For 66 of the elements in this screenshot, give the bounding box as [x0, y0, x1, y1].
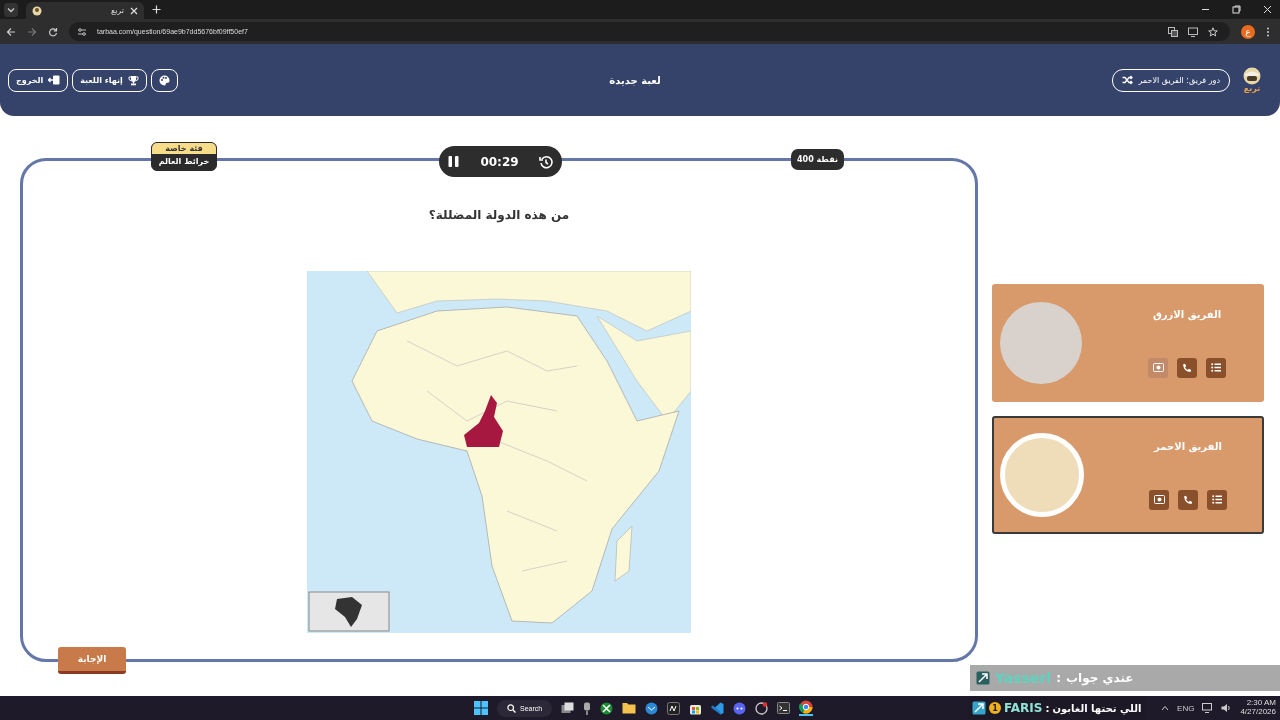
- tab-list-button[interactable]: [4, 2, 18, 17]
- team-name: الفريق الازرق: [1152, 308, 1222, 320]
- points-badge: 400 نقطة: [791, 149, 844, 170]
- chevron-icon: [7, 5, 15, 14]
- close-icon[interactable]: [1263, 5, 1272, 14]
- speaker-icon[interactable]: [1221, 703, 1233, 713]
- question-text: من هذه الدولة المضللة؟: [428, 208, 570, 222]
- call-button[interactable]: [1177, 357, 1197, 378]
- microphone-app-icon[interactable]: [583, 701, 592, 715]
- count-badge: 1: [989, 702, 1001, 714]
- logo-text: تربع: [1243, 85, 1261, 93]
- pause-icon[interactable]: [447, 155, 460, 168]
- windows-start-icon[interactable]: [474, 701, 488, 715]
- code-editor-icon[interactable]: [711, 701, 725, 715]
- phone-icon: [1182, 362, 1192, 373]
- timer-text: 00:29: [480, 154, 519, 169]
- end-game-button[interactable]: إنهاء اللعبة: [72, 68, 147, 92]
- xbox-icon[interactable]: [600, 701, 614, 715]
- star-icon[interactable]: [1208, 26, 1218, 37]
- phone-icon: [1183, 494, 1193, 505]
- menu-icon[interactable]: [1266, 26, 1270, 37]
- forward-icon[interactable]: [27, 26, 37, 37]
- clock[interactable]: 2:30 AM 4/27/2026: [1240, 699, 1276, 717]
- folder-icon[interactable]: [622, 702, 637, 714]
- language-indicator[interactable]: ENG: [1177, 703, 1195, 713]
- search-icon: [507, 703, 516, 713]
- team-name: الفريق الاحمر: [1154, 440, 1222, 452]
- chat-separator: :: [1045, 702, 1050, 714]
- exit-button[interactable]: الخروج: [8, 68, 69, 92]
- category-label: فئة خاصة: [152, 143, 216, 154]
- back-icon[interactable]: [6, 26, 16, 37]
- call-button[interactable]: [1178, 489, 1198, 510]
- site-settings-icon: [77, 26, 87, 37]
- reload-icon[interactable]: [48, 26, 58, 37]
- shuffle-icon: [1122, 75, 1134, 85]
- trophy-icon: [127, 74, 139, 86]
- palette-icon: [158, 74, 170, 86]
- plus-icon[interactable]: [152, 5, 161, 14]
- browser-app-icon[interactable]: [799, 700, 814, 716]
- list-button[interactable]: [1207, 489, 1227, 510]
- site-icon: [32, 5, 42, 16]
- chat-separator: :: [1056, 671, 1061, 685]
- restore-icon[interactable]: [1232, 5, 1241, 14]
- chat-message: عندي جواب: [1066, 671, 1134, 685]
- list-button[interactable]: [1206, 357, 1226, 378]
- list-icon: [1212, 495, 1222, 504]
- chevron-up-icon[interactable]: [1161, 705, 1170, 711]
- app-icon[interactable]: [755, 701, 769, 715]
- history-icon[interactable]: [539, 154, 553, 169]
- list-icon: [1211, 363, 1221, 372]
- chat-message: اللي تحتها الغابون: [1052, 702, 1142, 714]
- browser-tab[interactable]: تربع: [26, 2, 144, 19]
- task-view-icon[interactable]: [561, 702, 575, 714]
- chat-username: Yasserl: [995, 670, 1052, 686]
- chat-username: FARIS: [1004, 701, 1043, 715]
- game-title: لعبة جديدة: [609, 74, 661, 86]
- terminal-icon[interactable]: [777, 702, 791, 714]
- turn-button[interactable]: دور فريق: الفريق الاحمر: [1112, 68, 1230, 92]
- app-icon[interactable]: [667, 701, 681, 715]
- translate-icon[interactable]: [1168, 26, 1178, 37]
- chat-app-icon[interactable]: [733, 701, 747, 715]
- theme-button[interactable]: [150, 68, 178, 92]
- swap-button[interactable]: [1149, 489, 1169, 510]
- exit-icon: [48, 75, 61, 85]
- mascot-logo-icon: [1242, 67, 1262, 85]
- close-icon[interactable]: [130, 6, 138, 15]
